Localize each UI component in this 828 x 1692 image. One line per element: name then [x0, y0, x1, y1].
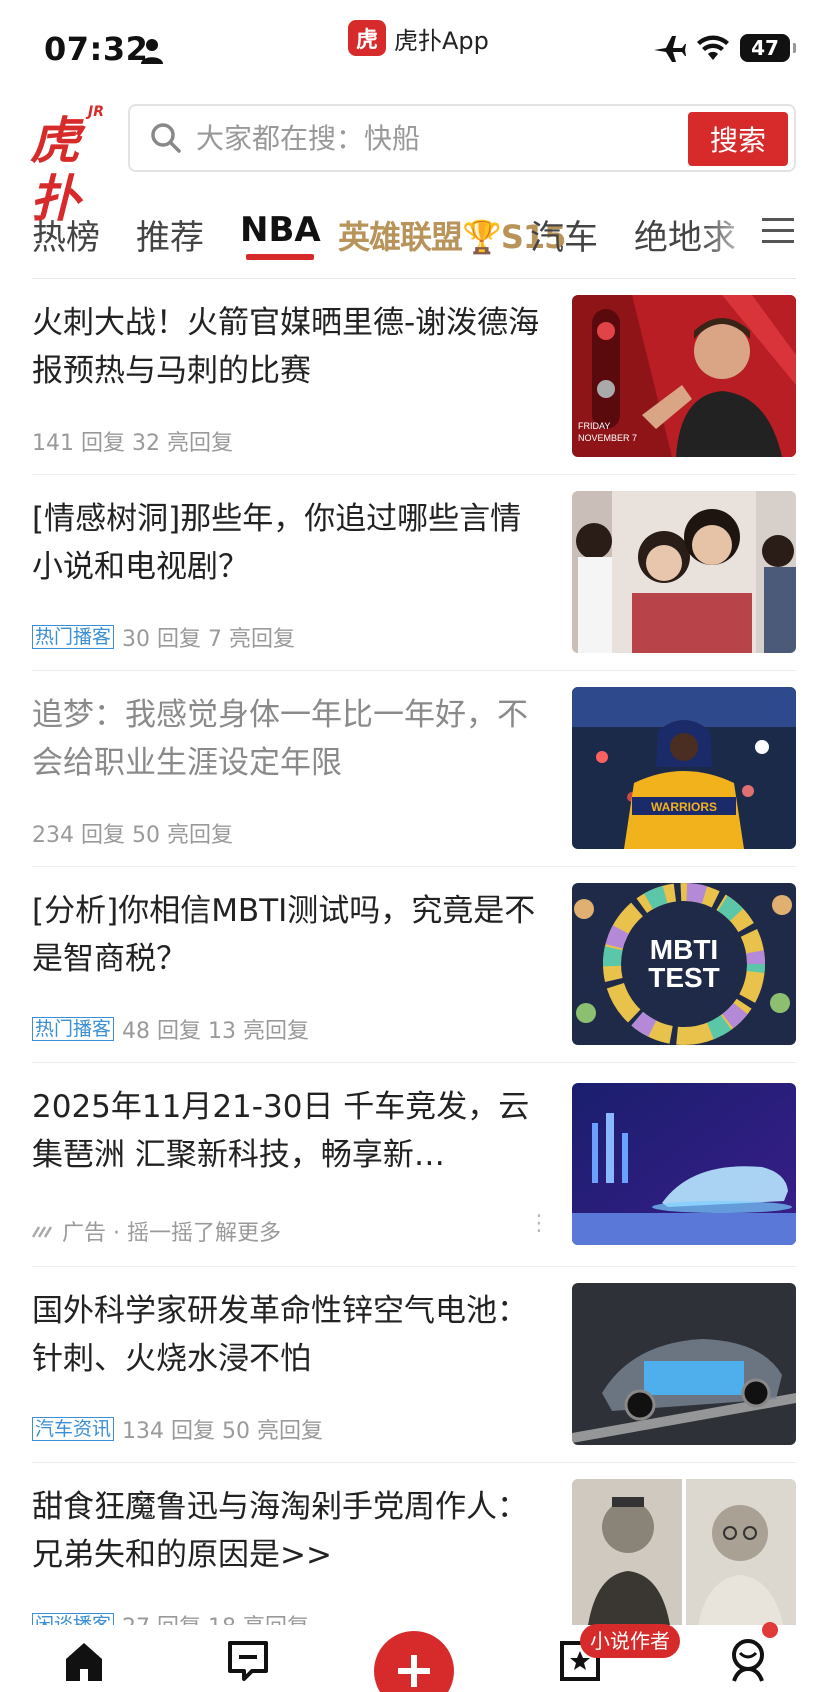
item-meta: 141 回复 32 亮回复 — [32, 425, 233, 457]
item-badge: 汽车资讯 — [32, 1417, 115, 1441]
item-thumbnail: MBTI TEST — [572, 883, 796, 1045]
news-feed: 火刺大战！火箭官媒晒里德-谢泼德海报预热与马刺的比赛 141 回复 32 亮回复… — [0, 279, 828, 1625]
person-icon — [141, 39, 163, 64]
item-meta: 热门播客 30 回复 7 亮回复 — [32, 621, 295, 653]
tab-hot[interactable]: 热榜 — [32, 210, 100, 259]
item-title: [分析]你相信MBTI测试吗，究竟是不是智商税？ — [32, 893, 536, 977]
tab-auto[interactable]: 汽车 — [530, 210, 598, 259]
search-button[interactable]: 搜索 — [688, 112, 788, 166]
app-logo-small: 虎 — [348, 20, 386, 56]
reply-count: 141 回复 — [32, 431, 125, 456]
item-thumbnail — [572, 1479, 796, 1625]
notification-dot — [762, 1622, 778, 1638]
thumb-caption-line2: TEST — [648, 962, 720, 993]
bottom-nav — [0, 1625, 828, 1692]
battery-indicator: 47 — [740, 34, 796, 62]
item-meta: 汽车资讯 134 回复 50 亮回复 — [32, 1413, 323, 1445]
list-item[interactable]: [分析]你相信MBTI测试吗，究竟是不是智商税？ 热门播客 48 回复 13 亮… — [32, 867, 796, 1063]
light-count: 13 亮回复 — [208, 1019, 310, 1044]
status-time: 07:32 — [44, 30, 149, 68]
list-item[interactable]: [情感树洞]那些年，你追过哪些言情小说和电视剧？ 热门播客 30 回复 7 亮回… — [32, 475, 796, 671]
light-count: 50 亮回复 — [132, 823, 233, 848]
item-title: 甜食狂魔鲁迅与海淘剁手党周作人：兄弟失和的原因是>> — [32, 1489, 528, 1573]
list-item[interactable]: 国外科学家研发革命性锌空气电池：针刺、火烧水浸不怕 汽车资讯 134 回复 50… — [32, 1267, 796, 1463]
more-options-icon[interactable]: ⋮ — [528, 1211, 550, 1236]
ad-text: · 摇一摇了解更多 — [113, 1221, 282, 1246]
thumb-caption-line1: FRIDAY — [578, 421, 610, 431]
item-title: 国外科学家研发革命性锌空气电池：针刺、火烧水浸不怕 — [32, 1293, 528, 1377]
reply-count: 30 回复 — [122, 627, 202, 652]
list-item[interactable]: 追梦：我感觉身体一年比一年好，不会给职业生涯设定年限 234 回复 50 亮回复… — [32, 671, 796, 867]
tab-active-indicator — [246, 254, 314, 260]
thumb-caption-line1: MBTI — [650, 934, 718, 965]
novel-author-badge[interactable]: 小说作者 — [580, 1624, 680, 1658]
item-thumbnail — [572, 491, 796, 653]
search-box[interactable]: 搜索 — [128, 104, 796, 172]
list-item[interactable]: 火刺大战！火箭官媒晒里德-谢泼德海报预热与马刺的比赛 141 回复 32 亮回复… — [32, 279, 796, 475]
ad-title: 2025年11月21-30日 千车竞发，云集琶洲 汇聚新科技，畅享新… — [32, 1089, 530, 1173]
reply-count: 134 回复 — [122, 1419, 216, 1444]
ad-meta: 广告 · 摇一摇了解更多 — [32, 1215, 281, 1247]
channel-tabs: 热榜 推荐 NBA 英雄联盟🏆S15 汽车 绝地求 — [0, 196, 828, 266]
item-badge: 热门播客 — [32, 625, 115, 649]
item-meta: 闲谈播客 27 回复 18 亮回复 — [32, 1609, 309, 1625]
airplane-icon — [654, 36, 686, 62]
reply-count: 234 回复 — [32, 823, 125, 848]
app-name: 虎扑App — [394, 26, 489, 55]
item-badge: 热门播客 — [32, 1017, 115, 1041]
hupu-logo[interactable]: JR 虎扑 — [30, 104, 106, 228]
ad-thumbnail — [572, 1083, 796, 1245]
ad-label: 广告 — [62, 1221, 107, 1246]
light-count: 18 亮回复 — [208, 1609, 309, 1625]
item-title: 追梦：我感觉身体一年比一年好，不会给职业生涯设定年限 — [32, 697, 528, 781]
item-thumbnail — [572, 1283, 796, 1445]
app-indicator[interactable]: 虎 虎扑App — [348, 18, 489, 58]
ad-icon — [32, 1226, 53, 1238]
item-title: [情感树洞]那些年，你追过哪些言情小说和电视剧？ — [32, 501, 522, 585]
item-title: 火刺大战！火箭官媒晒里德-谢泼德海报预热与马刺的比赛 — [32, 305, 540, 389]
status-bar: 07:32 虎 虎扑App 47 — [0, 0, 828, 96]
tab-nba[interactable]: NBA — [240, 210, 321, 250]
search-icon — [151, 123, 181, 153]
tab-fade — [700, 196, 760, 266]
item-thumbnail: FRIDAY NOVEMBER 7 — [572, 295, 796, 457]
item-badge: 闲谈播客 — [32, 1613, 115, 1625]
tab-recommend[interactable]: 推荐 — [136, 210, 204, 259]
item-thumbnail: WARRIORS — [572, 687, 796, 849]
thumb-caption-line2: NOVEMBER 7 — [578, 433, 637, 443]
light-count: 7 亮回复 — [208, 627, 296, 652]
item-meta: 热门播客 48 回复 13 亮回复 — [32, 1013, 309, 1045]
ad-item[interactable]: 2025年11月21-30日 千车竞发，云集琶洲 汇聚新科技，畅享新… 广告 ·… — [32, 1063, 796, 1267]
reply-count: 27 回复 — [122, 1609, 201, 1625]
search-input[interactable] — [196, 118, 696, 158]
menu-icon[interactable] — [760, 214, 796, 248]
wifi-icon — [697, 35, 729, 60]
thumb-caption: WARRIORS — [651, 800, 717, 814]
profile-icon[interactable] — [724, 1635, 772, 1683]
home-icon[interactable] — [62, 1639, 106, 1683]
light-count: 32 亮回复 — [132, 431, 233, 456]
item-meta: 234 回复 50 亮回复 — [32, 817, 233, 849]
list-item[interactable]: 甜食狂魔鲁迅与海淘剁手党周作人：兄弟失和的原因是>> 闲谈播客 27 回复 18… — [32, 1463, 796, 1625]
post-button[interactable] — [374, 1631, 454, 1692]
message-icon[interactable] — [226, 1639, 270, 1683]
light-count: 50 亮回复 — [222, 1419, 324, 1444]
reply-count: 48 回复 — [122, 1019, 202, 1044]
